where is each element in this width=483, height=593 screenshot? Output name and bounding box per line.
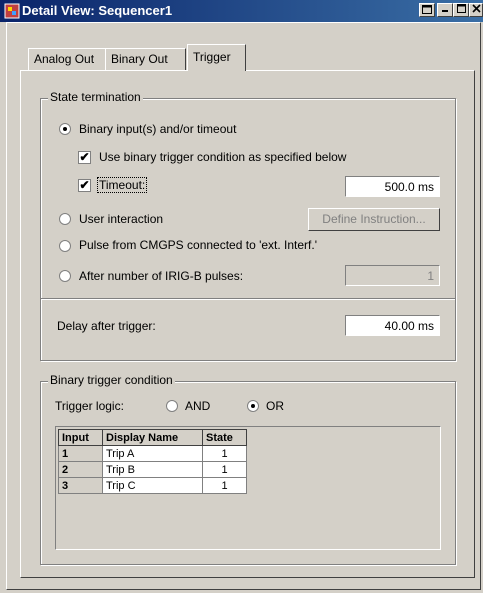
and-radio[interactable]: [166, 400, 178, 412]
tab-label: Trigger: [193, 50, 231, 64]
row-input: 2: [58, 461, 103, 478]
and-label: AND: [185, 399, 211, 413]
row-state[interactable]: 1: [202, 445, 247, 462]
irig-label: After number of IRIG-B pulses:: [79, 269, 244, 283]
row-input: 1: [58, 445, 103, 462]
irig-radio[interactable]: [59, 270, 71, 282]
tab-analog-out[interactable]: Analog Out: [28, 48, 106, 70]
table-row[interactable]: 3 Trip C 1: [58, 477, 247, 494]
app-icon: [4, 3, 20, 19]
restore-icon[interactable]: [419, 3, 435, 17]
close-button[interactable]: [469, 3, 483, 17]
user-interaction-label: User interaction: [79, 212, 164, 226]
or-radio[interactable]: [247, 400, 259, 412]
use-binary-trigger-checkbox[interactable]: ✔: [78, 151, 91, 164]
timeout-checkbox[interactable]: ✔: [78, 179, 91, 192]
pulse-label: Pulse from CMGPS connected to 'ext. Inte…: [79, 238, 318, 252]
column-header-input[interactable]: Input: [58, 429, 103, 446]
tab-label: Binary Out: [111, 52, 168, 66]
irig-pulses-field[interactable]: 1: [345, 265, 440, 286]
minimize-button[interactable]: [437, 3, 453, 17]
row-state[interactable]: 1: [202, 461, 247, 478]
table-header-row: Input Display Name State: [58, 429, 247, 446]
title-bar: Detail View: Sequencer1: [0, 0, 483, 22]
use-binary-trigger-label: Use binary trigger condition as specifie…: [99, 150, 347, 164]
table-row[interactable]: 2 Trip B 1: [58, 461, 247, 478]
delay-field[interactable]: 40.00 ms: [345, 315, 440, 336]
define-instruction-button[interactable]: Define Instruction...: [308, 208, 440, 231]
state-termination-legend: State termination: [48, 90, 143, 104]
or-label: OR: [266, 399, 284, 413]
row-input: 3: [58, 477, 103, 494]
trigger-logic-label: Trigger logic:: [55, 399, 124, 413]
binary-trigger-legend: Binary trigger condition: [48, 373, 175, 387]
divider: [41, 298, 455, 300]
user-interaction-radio[interactable]: [59, 213, 71, 225]
tab-trigger[interactable]: Trigger: [187, 44, 246, 71]
binary-input-radio[interactable]: [59, 123, 71, 135]
table-row[interactable]: 1 Trip A 1: [58, 445, 247, 462]
row-state[interactable]: 1: [202, 477, 247, 494]
maximize-button[interactable]: [453, 3, 469, 17]
tab-label: Analog Out: [34, 52, 95, 66]
pulse-radio[interactable]: [59, 240, 71, 252]
timeout-field[interactable]: 500.0 ms: [345, 176, 440, 197]
row-display-name[interactable]: Trip A: [102, 445, 203, 462]
window-title: Detail View: Sequencer1: [22, 3, 173, 18]
timeout-label: Timeout:: [97, 177, 148, 193]
tab-binary-out[interactable]: Binary Out: [105, 48, 186, 70]
trigger-table: Input Display Name State 1 Trip A 1 2 Tr…: [58, 429, 247, 494]
trigger-table-container: Input Display Name State 1 Trip A 1 2 Tr…: [55, 426, 441, 550]
delay-label: Delay after trigger:: [57, 319, 156, 333]
row-display-name[interactable]: Trip B: [102, 461, 203, 478]
row-display-name[interactable]: Trip C: [102, 477, 203, 494]
column-header-display-name[interactable]: Display Name: [102, 429, 203, 446]
binary-input-label: Binary input(s) and/or timeout: [79, 122, 237, 136]
column-header-state[interactable]: State: [202, 429, 247, 446]
